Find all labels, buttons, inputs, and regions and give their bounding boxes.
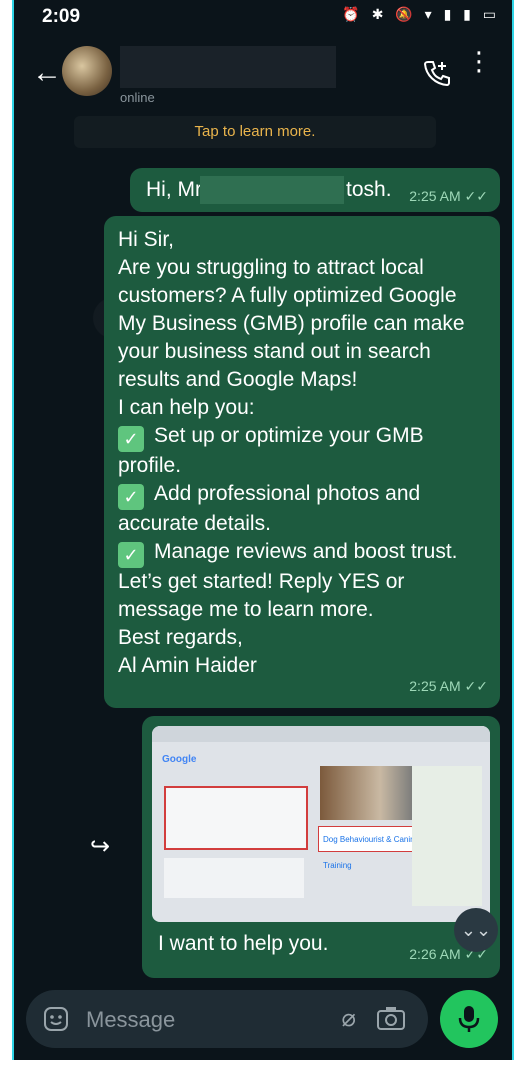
check-mark-icon: ✓ bbox=[118, 542, 144, 568]
image-logo: Google bbox=[162, 754, 197, 765]
bullet-line: accurate details. bbox=[118, 512, 271, 535]
read-ticks-icon: ✓✓ bbox=[464, 188, 488, 204]
bullet-line: ✓ Manage reviews and boost trust. bbox=[118, 538, 486, 568]
contact-avatar[interactable] bbox=[62, 46, 112, 96]
bullet-line: ✓ Set up or optimize your GMB bbox=[118, 422, 486, 452]
attach-icon[interactable]: ⌀ bbox=[342, 1004, 356, 1033]
banner-text: Tap to learn more. bbox=[194, 123, 316, 140]
message-composer: ⌀ bbox=[26, 990, 428, 1048]
message-line: message me to learn more. bbox=[118, 598, 374, 621]
message-time: 2:25 AM ✓✓ bbox=[409, 678, 488, 694]
image-map bbox=[412, 766, 482, 906]
message-text-prefix: Hi, Mr bbox=[146, 178, 202, 201]
check-mark-icon: ✓ bbox=[118, 484, 144, 510]
message-line: Hi Sir, bbox=[118, 228, 175, 251]
image-result-card bbox=[164, 858, 304, 898]
redacted-name bbox=[200, 176, 344, 204]
message-line: Best regards, bbox=[118, 626, 243, 649]
message-line: customers? A fully optimized Google bbox=[118, 284, 457, 307]
double-chevron-down-icon: ⌄⌄ bbox=[460, 920, 492, 940]
message-bubble-3[interactable]: Google Dog Behaviourist & Canine Trainin… bbox=[142, 716, 500, 978]
read-ticks-icon: ✓✓ bbox=[464, 678, 488, 694]
bullet-line: profile. bbox=[118, 454, 182, 477]
scroll-to-bottom-button[interactable]: ⌄⌄ bbox=[454, 908, 498, 952]
message-input[interactable] bbox=[84, 1002, 258, 1038]
chat-header: ← online ⋮ bbox=[14, 34, 512, 114]
camera-icon[interactable] bbox=[376, 1005, 406, 1036]
message-time: 2:25 AM ✓✓ bbox=[409, 188, 488, 204]
image-caption: I want to help you. bbox=[158, 932, 329, 955]
message-text-suffix: tosh. bbox=[346, 178, 392, 201]
overflow-menu-icon[interactable]: ⋮ bbox=[466, 48, 492, 74]
forward-icon[interactable]: ↪ bbox=[90, 832, 110, 861]
message-line: results and Google Maps! bbox=[118, 368, 358, 391]
message-line: I can help you: bbox=[118, 396, 255, 419]
message-line: My Business (GMB) profile can make bbox=[118, 312, 465, 335]
chat-screen: 2:09 ⏰ ✱ 🔕 ▾ ▮ ▮ ▭ ← online ⋮ Tap to lea… bbox=[12, 0, 514, 1060]
contact-status: online bbox=[120, 90, 155, 105]
message-bubble-1[interactable]: Hi, Mr tosh. 2:25 AM ✓✓ bbox=[130, 168, 500, 212]
microphone-icon bbox=[458, 1006, 480, 1032]
image-result-card bbox=[164, 786, 308, 850]
screenshot-image[interactable]: Google Dog Behaviourist & Canine Trainin… bbox=[152, 726, 490, 922]
back-arrow-icon[interactable]: ← bbox=[32, 56, 62, 90]
image-browser-bar bbox=[152, 726, 490, 742]
encryption-banner[interactable]: Tap to learn more. bbox=[74, 116, 436, 148]
sticker-icon[interactable] bbox=[42, 1005, 70, 1038]
status-time: 2:09 bbox=[42, 6, 81, 27]
voice-message-button[interactable] bbox=[440, 990, 498, 1048]
message-line: Are you struggling to attract local bbox=[118, 256, 424, 279]
check-mark-icon: ✓ bbox=[118, 426, 144, 452]
message-line: Let’s get started! Reply YES or bbox=[118, 570, 405, 593]
contact-name-redacted[interactable] bbox=[120, 46, 336, 88]
bullet-line: ✓ Add professional photos and bbox=[118, 480, 486, 510]
add-call-icon[interactable] bbox=[422, 58, 452, 93]
status-bar: 2:09 ⏰ ✱ 🔕 ▾ ▮ ▮ ▭ bbox=[14, 0, 512, 34]
message-bubble-2[interactable]: Hi Sir, Are you struggling to attract lo… bbox=[104, 216, 500, 708]
message-line: your business stand out in search bbox=[118, 340, 431, 363]
status-icons: ⏰ ✱ 🔕 ▾ ▮ ▮ ▭ bbox=[342, 6, 500, 22]
